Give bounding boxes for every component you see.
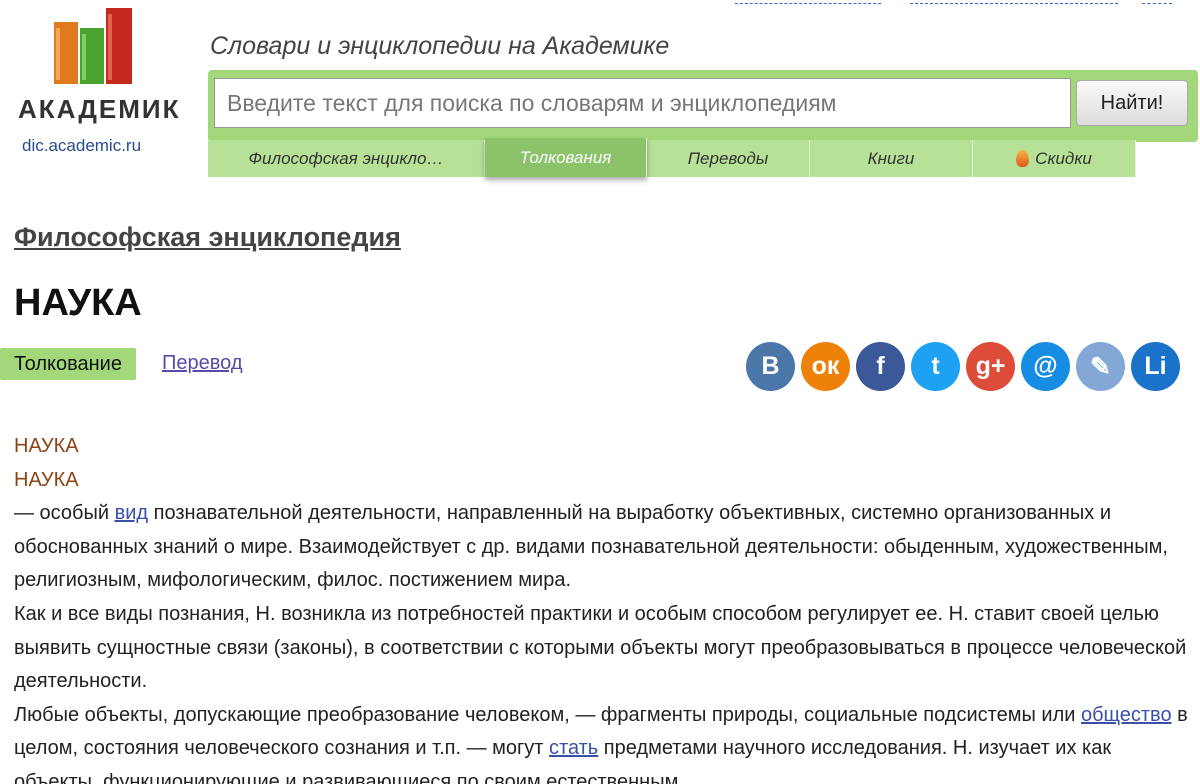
link-vid[interactable]: вид bbox=[115, 502, 148, 524]
tab-label: Философская энцикло… bbox=[248, 148, 444, 168]
tab-interpretation-label: Толкование bbox=[14, 352, 122, 375]
tab-interpretation[interactable]: Толкование bbox=[0, 348, 136, 380]
nav-tabs: Философская энцикло… Толкования Переводы… bbox=[208, 138, 1136, 177]
dictionary-title[interactable]: Философская энциклопедия bbox=[14, 222, 401, 253]
twitter-icon[interactable]: t bbox=[911, 342, 960, 391]
headword: НАУКА bbox=[14, 468, 79, 491]
logo-name: АКАДЕМИК bbox=[18, 94, 181, 124]
article-text: познавательной деятельности, направленны… bbox=[14, 502, 1168, 592]
link-obshchestvo[interactable]: общество bbox=[1081, 704, 1172, 726]
livejournal-icon[interactable]: ✎ bbox=[1076, 342, 1125, 391]
google-plus-icon[interactable]: g+ bbox=[966, 342, 1015, 391]
tab-philosophical-encyclopedia[interactable]: Философская энцикло… bbox=[208, 140, 485, 177]
search-button[interactable]: Найти! bbox=[1076, 80, 1188, 126]
article-text: — особый bbox=[14, 502, 115, 525]
mail-icon[interactable]: @ bbox=[1021, 342, 1070, 391]
odnoklassniki-icon[interactable]: ок bbox=[801, 342, 850, 391]
top-link[interactable] bbox=[910, 0, 1118, 4]
tab-label: Толкования bbox=[519, 147, 612, 167]
social-share: B ок f t g+ @ ✎ Li bbox=[746, 342, 1180, 391]
tab-interpretations[interactable]: Толкования bbox=[485, 138, 647, 177]
books-logo-icon bbox=[54, 8, 132, 84]
link-stat[interactable]: стать bbox=[549, 737, 598, 759]
facebook-icon[interactable]: f bbox=[856, 342, 905, 391]
tab-translation[interactable]: Перевод bbox=[162, 352, 243, 375]
headword: НАУКА bbox=[14, 435, 79, 457]
search-input[interactable] bbox=[214, 78, 1071, 128]
tab-label: Книги bbox=[867, 148, 915, 168]
tagline: Словари и энциклопедии на Академике bbox=[210, 32, 670, 60]
article-paragraph: — особый вид познавательной деятельности… bbox=[14, 497, 1200, 598]
tab-label: Скидки bbox=[1035, 148, 1092, 168]
article-paragraph: Любые объекты, допускающие преобразовани… bbox=[14, 699, 1200, 784]
article-text: Любые объекты, допускающие преобразовани… bbox=[14, 703, 1081, 726]
page-title: НАУКА bbox=[14, 282, 142, 324]
top-link[interactable] bbox=[735, 0, 881, 4]
liveinternet-icon[interactable]: Li bbox=[1131, 342, 1180, 391]
top-link[interactable] bbox=[1142, 0, 1172, 4]
article: НАУКА НАУКА — особый вид познавательной … bbox=[14, 430, 1200, 784]
logo-url[interactable]: dic.academic.ru bbox=[22, 136, 141, 156]
search-bar: Найти! bbox=[208, 70, 1198, 142]
tab-label: Переводы bbox=[687, 148, 769, 168]
vk-icon[interactable]: B bbox=[746, 342, 795, 391]
fire-icon bbox=[1016, 150, 1030, 167]
tab-books[interactable]: Книги bbox=[810, 140, 973, 177]
tab-translations[interactable]: Переводы bbox=[647, 140, 810, 177]
tab-discounts[interactable]: Скидки bbox=[973, 140, 1136, 177]
article-paragraph: Как и все виды познания, Н. возникла из … bbox=[14, 602, 1187, 693]
